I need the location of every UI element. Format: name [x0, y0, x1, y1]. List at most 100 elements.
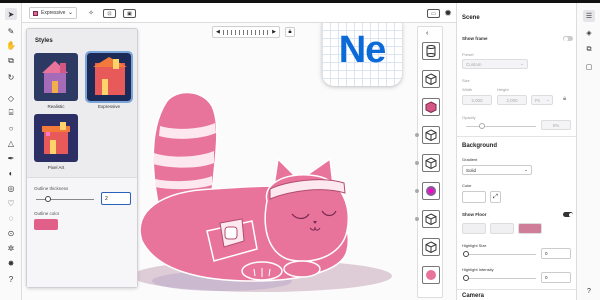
- realistic-thumbnail: [34, 53, 78, 101]
- divider: [457, 289, 577, 290]
- highlight-size-input[interactable]: 0: [541, 248, 571, 259]
- gradient-label: Gradient: [462, 157, 478, 162]
- cone-icon[interactable]: △: [5, 137, 17, 149]
- frame-toggle-icon[interactable]: ▭: [427, 9, 440, 18]
- style-card-realistic[interactable]: Realistic: [34, 53, 78, 113]
- floor-color-swatch-1[interactable]: [462, 223, 486, 234]
- app-logo: Ne: [322, 23, 402, 86]
- opacity-slider-thumb[interactable]: [479, 123, 485, 129]
- timeline-ticks[interactable]: [222, 29, 270, 35]
- cube-shape-icon-2[interactable]: [422, 126, 440, 144]
- pen-icon[interactable]: ✒: [5, 152, 17, 164]
- transform-icon[interactable]: ⧉: [5, 55, 17, 67]
- show-frame-label: Show frame: [462, 36, 488, 41]
- assets-icon[interactable]: ⧉: [583, 44, 595, 56]
- rotate-icon[interactable]: ↻: [5, 71, 17, 83]
- chevron-down-icon: ⌄: [520, 61, 524, 66]
- highlight-intensity-input[interactable]: 0: [541, 272, 571, 283]
- timeline-next-icon[interactable]: ▶: [272, 29, 276, 35]
- outline-thickness-slider-thumb[interactable]: [44, 196, 51, 202]
- height-input[interactable]: 2,000: [497, 95, 527, 105]
- cylinder-shape-icon[interactable]: [422, 42, 440, 60]
- help-icon[interactable]: ?: [5, 273, 17, 285]
- cylinder-icon[interactable]: ⌸: [5, 107, 17, 119]
- aspect-lock-icon[interactable]: 🔒︎: [563, 96, 566, 103]
- opacity-label: Opacity: [462, 115, 476, 120]
- highlight-intensity-slider-thumb[interactable]: [463, 275, 469, 281]
- screenshot-icon[interactable]: ⊡: [103, 9, 116, 18]
- floor-color-swatch-2[interactable]: [490, 223, 514, 234]
- mode-swatch-icon: [33, 10, 38, 16]
- timeline-scrubber[interactable]: ◀ ▶: [212, 26, 280, 38]
- hand-icon[interactable]: ✋: [5, 39, 17, 51]
- bulb-icon[interactable]: ✸: [5, 257, 17, 269]
- sphere-icon[interactable]: ○: [5, 122, 17, 134]
- style-card-pixel-art[interactable]: Pixel Art: [34, 114, 78, 174]
- star-icon[interactable]: ✲: [5, 242, 17, 254]
- lock-icon[interactable]: 🔒︎: [285, 27, 295, 37]
- outline-color-swatch[interactable]: [34, 219, 58, 230]
- select-arrow-icon[interactable]: ➤: [5, 8, 17, 20]
- chevron-down-icon: ⌄: [546, 97, 550, 102]
- layers-icon[interactable]: ◈: [583, 27, 595, 39]
- cat-3d-model[interactable]: [102, 71, 402, 297]
- width-input[interactable]: 2,000: [462, 95, 492, 105]
- slot-indicator: [415, 161, 419, 165]
- cube-shape-icon-3[interactable]: [422, 154, 440, 172]
- drop-icon[interactable]: ◐: [5, 167, 17, 179]
- color-label: Color: [462, 183, 472, 188]
- camera-title: Camera: [462, 293, 485, 299]
- shape-library-strip: ‹: [417, 26, 443, 298]
- chevron-down-icon: ⌄: [67, 10, 73, 16]
- heart-icon[interactable]: ♡: [5, 197, 17, 209]
- ring-icon[interactable]: ◌: [5, 212, 17, 224]
- unit-value: Px: [535, 97, 541, 103]
- torus-icon[interactable]: ◎: [5, 182, 17, 194]
- highlight-size-slider-thumb[interactable]: [463, 251, 469, 257]
- sphere-shape-icon[interactable]: [422, 266, 440, 284]
- show-floor-toggle[interactable]: [563, 212, 573, 217]
- lens-icon[interactable]: ⊙: [5, 227, 17, 239]
- gradient-value: Solid: [466, 167, 477, 173]
- eyedropper-icon[interactable]: ⤢: [490, 191, 501, 203]
- opacity-slider[interactable]: [466, 126, 536, 127]
- cube-shape-icon-5[interactable]: [422, 238, 440, 256]
- character-shape-icon[interactable]: [422, 182, 440, 200]
- floor-color-swatch-3[interactable]: [518, 223, 542, 234]
- background-title: Background: [462, 143, 498, 149]
- divider: [457, 136, 577, 137]
- video-icon[interactable]: ▣: [123, 9, 136, 18]
- show-frame-toggle[interactable]: [563, 36, 573, 41]
- style-card-expressive[interactable]: Expressive: [85, 51, 133, 113]
- wand-icon[interactable]: ✎: [5, 25, 17, 37]
- highlight-size-slider[interactable]: [466, 254, 536, 255]
- render-mode-label: Expressive: [41, 10, 66, 16]
- style-label-expressive: Expressive: [97, 104, 120, 109]
- chevron-down-icon: ⌄: [524, 167, 528, 172]
- cube-icon[interactable]: ◇: [5, 92, 17, 104]
- cube-shape-icon-4[interactable]: [422, 210, 440, 228]
- lightbulb-icon[interactable]: ✧: [85, 7, 97, 19]
- help-icon[interactable]: ?: [583, 285, 595, 297]
- outline-thickness-label: Outline thickness: [34, 186, 69, 191]
- background-color-swatch[interactable]: [462, 191, 486, 203]
- comment-icon[interactable]: ▢: [583, 61, 595, 73]
- top-toolbar: Expressive ⌄ ✧ ⊡ ▣ ▭ ✹: [22, 3, 456, 23]
- render-mode-select[interactable]: Expressive ⌄: [29, 7, 77, 19]
- preset-select[interactable]: Custom ⌄: [462, 59, 528, 69]
- settings-gear-icon[interactable]: ✹: [442, 7, 454, 19]
- right-icon-bar: ☰ ◈ ⧉ ▢ ?: [576, 3, 600, 300]
- timeline-prev-icon[interactable]: ◀: [216, 29, 220, 35]
- opacity-input[interactable]: 0%: [541, 120, 571, 130]
- highlight-intensity-slider[interactable]: [466, 278, 536, 279]
- unit-select[interactable]: Px ⌄: [531, 95, 553, 105]
- pink-cube-shape-icon[interactable]: [422, 98, 440, 116]
- gradient-select[interactable]: Solid ⌄: [462, 165, 532, 175]
- sliders-icon[interactable]: ☰: [583, 10, 595, 22]
- collapse-arrow-icon[interactable]: ‹: [426, 30, 428, 37]
- left-toolbar: ➤ ✎ ✋ ⧉ ↻ ◇ ⌸ ○ △ ✒ ◐ ◎ ♡ ◌ ⊙ ✲ ✸ ?: [0, 3, 22, 300]
- cube-shape-icon[interactable]: [422, 70, 440, 88]
- highlight-size-label: Highlight Size: [462, 243, 487, 248]
- outline-thickness-input[interactable]: 2: [101, 192, 131, 205]
- slot-indicator: [415, 189, 419, 193]
